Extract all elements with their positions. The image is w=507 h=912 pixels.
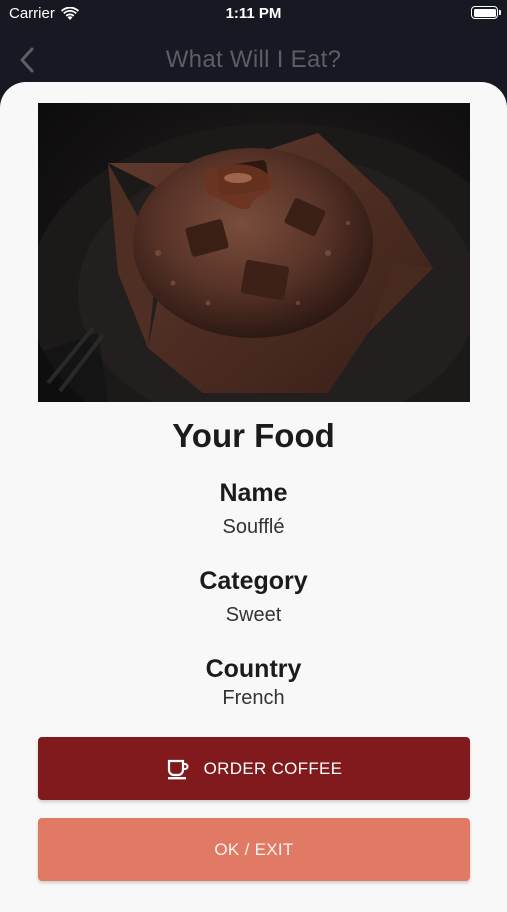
category-value: Sweet	[225, 604, 282, 626]
coffee-cup-icon	[167, 759, 189, 779]
food-heading: Your Food	[172, 417, 335, 454]
order-coffee-label: ORDER COFFEE	[203, 758, 343, 778]
chocolate-muffin-photo	[38, 123, 470, 402]
status-time: 1:11 PM	[225, 5, 282, 22]
ok-exit-label: OK / EXIT	[214, 839, 294, 859]
country-label: Country	[205, 655, 302, 683]
name-value: Soufflé	[222, 516, 285, 538]
status-bar: Carrier 1:11 PM	[0, 0, 507, 28]
content-sheet: Your Food Name Soufflé Category Sweet Co…	[0, 82, 507, 912]
order-coffee-button[interactable]: ORDER COFFEE	[38, 737, 470, 800]
country-value: French	[222, 687, 285, 709]
status-right	[471, 6, 501, 19]
battery-icon	[471, 6, 501, 19]
ok-exit-button[interactable]: OK / EXIT	[38, 818, 470, 881]
navigation-bar: What Will I Eat?	[0, 34, 507, 86]
name-label: Name	[219, 479, 288, 507]
food-photo	[38, 103, 470, 402]
category-label: Category	[199, 567, 308, 595]
nav-title: What Will I Eat?	[165, 46, 342, 73]
